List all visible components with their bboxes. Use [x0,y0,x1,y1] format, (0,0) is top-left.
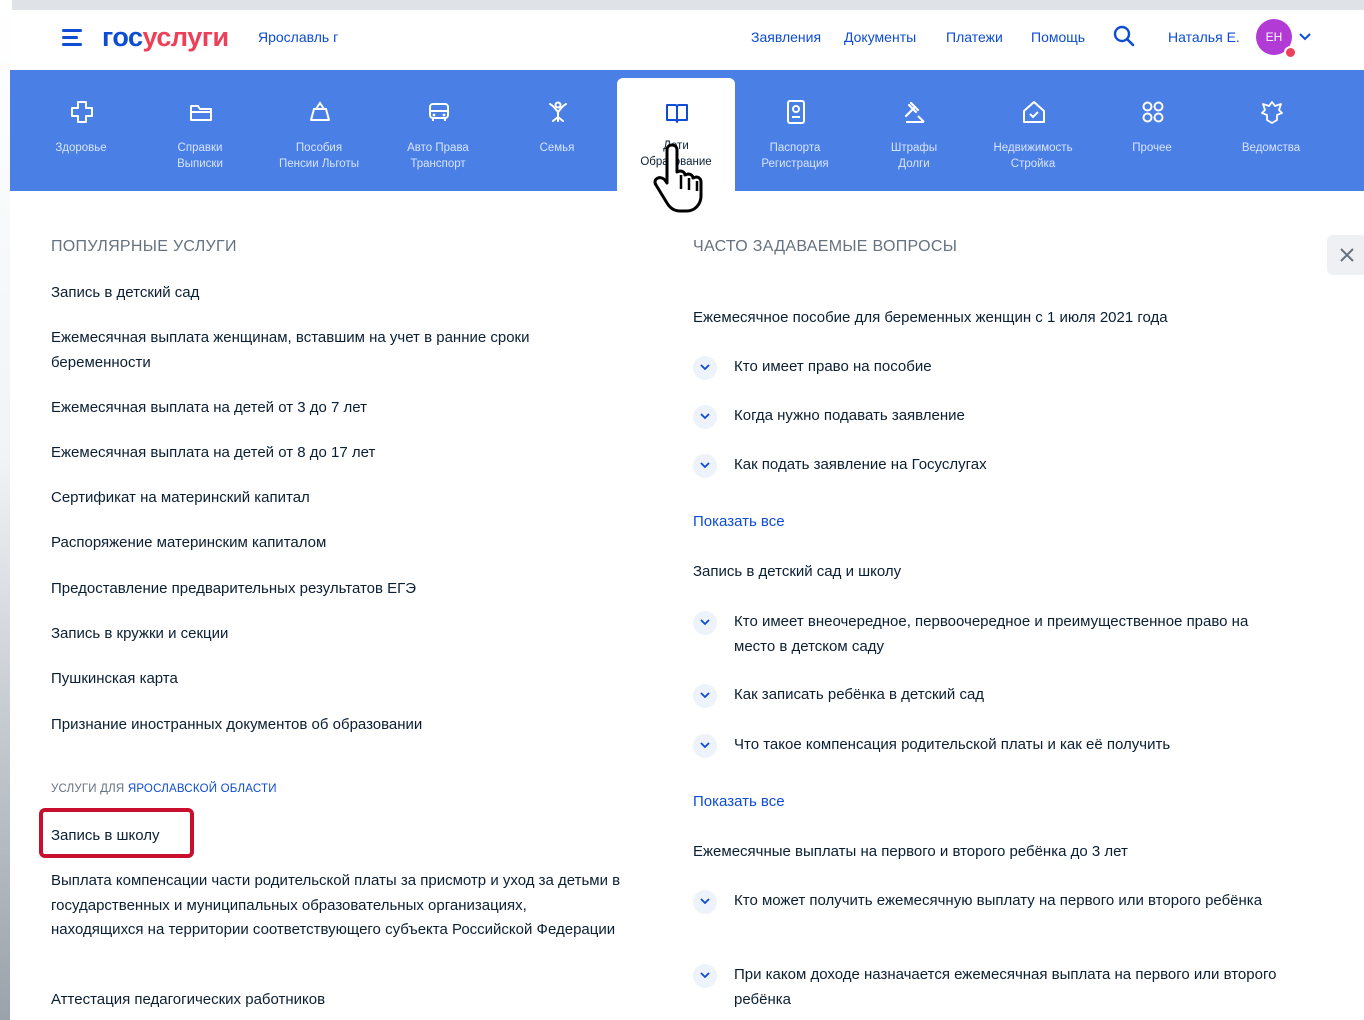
top-header: госуслуги Ярославль г Заявления Документ… [10,10,1364,70]
regional-title-region[interactable]: ЯРОСЛАВСКОЙ ОБЛАСТИ [128,783,277,795]
logo[interactable]: госуслуги [102,20,229,54]
nav-payments[interactable]: Платежи [946,27,1003,47]
regional-services-title: УСЛУГИ ДЛЯ ЯРОСЛАВСКОЙ ОБЛАСТИ [51,781,277,797]
category-health[interactable]: Здоровье [22,70,140,191]
service-link[interactable]: Запись в детский сад [51,281,631,306]
user-name[interactable]: Наталья Е. [1168,27,1240,47]
popular-services-title: ПОПУЛЯРНЫЕ УСЛУГИ [51,238,237,255]
chevron-down-icon[interactable] [693,356,717,380]
category-benefits[interactable]: Пособия Пенсии Льготы [260,70,378,191]
show-all-link[interactable]: Показать все [693,511,785,533]
nav-applications[interactable]: Заявления [751,27,821,47]
service-link[interactable]: Ежемесячная выплата женщинам, вставшим н… [51,326,596,375]
chevron-down-icon[interactable] [693,684,717,708]
passport-icon [787,100,805,124]
highlight-box [39,808,194,858]
category-passports[interactable]: Паспорта Регистрация [736,70,854,191]
service-link[interactable]: Распоряжение материнским капиталом [51,531,631,556]
house-icon [1023,101,1045,123]
faq-question[interactable]: Как записать ребёнка в детский сад [734,683,1294,708]
chevron-down-icon[interactable] [1298,32,1312,42]
faq-group-heading: Ежемесячное пособие для беременных женщи… [693,309,1168,326]
folder-icon [190,105,212,121]
service-link[interactable]: Пушкинская карта [51,667,631,692]
page: госуслуги Ярославль г Заявления Документ… [10,10,1364,1020]
service-link[interactable]: Аттестация педагогических работников [51,988,631,1013]
category-fines[interactable]: Штрафы Долги [855,70,973,191]
category-label: Пособия Пенсии Льготы [279,142,359,170]
category-label: Семья [539,142,575,154]
notification-dot [1284,46,1297,59]
category-other[interactable]: Прочее [1093,70,1211,191]
emblem-icon [1261,101,1283,124]
chevron-down-icon[interactable] [693,454,717,478]
faq-question[interactable]: Когда нужно подавать заявление [734,404,1294,429]
chevron-down-icon[interactable] [693,890,717,914]
search-icon[interactable] [1112,24,1136,48]
faq-question[interactable]: Как подать заявление на Госуслугах [734,453,1294,478]
close-button[interactable] [1327,235,1364,275]
faq-question[interactable]: При каком доходе назначается ежемесячная… [734,963,1279,1012]
menu-icon[interactable] [62,29,82,47]
faq-group-heading: Запись в детский сад и школу [693,563,902,580]
chevron-down-icon[interactable] [693,611,717,635]
chevron-down-icon[interactable] [693,734,717,758]
faq-question[interactable]: Кто имеет право на пособие [734,355,1294,380]
chevron-down-icon[interactable] [693,964,717,988]
service-link[interactable]: Ежемесячная выплата на детей от 3 до 7 л… [51,396,631,421]
category-label: Паспорта Регистрация [761,142,829,170]
service-link[interactable]: Признание иностранных документов об обра… [51,713,631,738]
service-link[interactable]: Запись в кружки и секции [51,622,631,647]
category-agencies[interactable]: Ведомства [1212,70,1330,191]
show-all-link[interactable]: Показать все [693,791,785,813]
family-icon [549,101,567,122]
category-label: Справки Выписки [177,142,223,170]
service-link[interactable]: Сертификат на материнский капитал [51,486,631,511]
category-label: Прочее [1132,142,1172,154]
hand-pointer-cursor-icon [653,143,703,213]
faq-group-heading: Ежемесячные выплаты на первого и второго… [693,843,1128,860]
nav-help[interactable]: Помощь [1031,27,1085,47]
grid-icon [1142,101,1164,123]
faq-question[interactable]: Что такое компенсация родительской платы… [734,733,1294,758]
category-family[interactable]: Семья [498,70,616,191]
faq-title: ЧАСТО ЗАДАВАЕМЫЕ ВОПРОСЫ [693,238,958,255]
benefits-icon [310,101,330,121]
category-label: Авто Права Транспорт [407,142,469,170]
nav-documents[interactable]: Документы [844,27,916,47]
regional-title-prefix: УСЛУГИ ДЛЯ [51,783,128,795]
health-icon [71,101,93,123]
logo-part-gos: гос [102,22,143,52]
category-certificates[interactable]: Справки Выписки [141,70,259,191]
category-label: Недвижимость Стройка [993,142,1073,170]
service-link[interactable]: Выплата компенсации части родительской п… [51,869,621,943]
car-icon [429,103,449,121]
service-link[interactable]: Предоставление предварительных результат… [51,577,631,602]
faq-question[interactable]: Кто может получить ежемесячную выплату н… [734,889,1274,914]
category-auto[interactable]: Авто Права Транспорт [379,70,497,191]
city-selector[interactable]: Ярославль г [258,27,338,47]
chevron-down-icon[interactable] [693,405,717,429]
service-link[interactable]: Ежемесячная выплата на детей от 8 до 17 … [51,441,631,466]
logo-part-uslugi: услуги [142,22,230,52]
category-label: Ведомства [1241,142,1301,154]
category-label: Штрафы Долги [890,142,938,170]
category-label: Здоровье [55,142,107,154]
faq-question[interactable]: Кто имеет внеочередное, первоочередное и… [734,610,1254,659]
close-icon [1340,248,1354,262]
category-realty[interactable]: Недвижимость Стройка [974,70,1092,191]
book-icon [666,104,688,123]
gavel-icon [904,101,925,123]
